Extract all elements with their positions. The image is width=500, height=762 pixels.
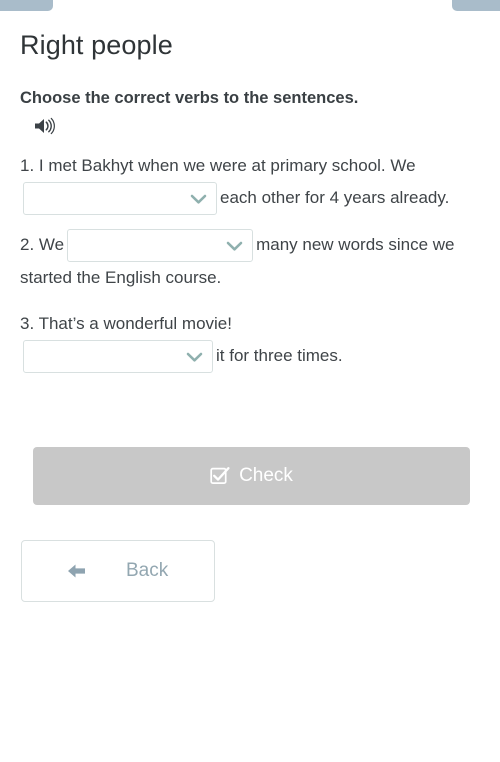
chevron-down-icon <box>226 240 243 252</box>
sentence-2: 2. We many new words since we started the… <box>20 229 482 294</box>
sentence-2-text-before: 2. We <box>20 235 65 255</box>
checkbox-checked-icon <box>210 466 230 486</box>
verb-dropdown-3[interactable] <box>23 340 213 374</box>
sentence-1-text-before: 1. I met Bakhyt when we were at primary … <box>20 156 416 175</box>
check-button-label: Check <box>239 465 293 486</box>
progress-segment-left <box>0 0 53 11</box>
page-title: Right people <box>20 30 173 61</box>
chevron-down-icon <box>190 193 207 205</box>
verb-dropdown-2[interactable] <box>67 229 254 263</box>
check-button[interactable]: Check <box>33 447 470 505</box>
progress-segment-right <box>452 0 500 11</box>
sentence-3: 3. That’s a wonderful movie! it for three… <box>20 308 482 374</box>
back-button-label: Back <box>126 560 169 581</box>
sentence-3-text-after: it for three times. <box>216 346 343 366</box>
sentence-3-text-before: 3. That’s a wonderful movie! <box>20 314 232 334</box>
task-prompt: Choose the correct verbs to the sentence… <box>20 89 359 107</box>
sentence-1-text-after: each other for 4 years already. <box>220 188 450 207</box>
back-button[interactable]: Back <box>21 540 215 602</box>
chevron-down-icon <box>186 351 203 363</box>
verb-dropdown-1[interactable] <box>23 182 217 216</box>
exercise-sentences: 1. I met Bakhyt when we were at primary … <box>20 150 482 374</box>
sentence-1: 1. I met Bakhyt when we were at primary … <box>20 150 482 216</box>
arrow-left-icon <box>66 562 90 580</box>
speaker-icon[interactable] <box>33 116 59 136</box>
